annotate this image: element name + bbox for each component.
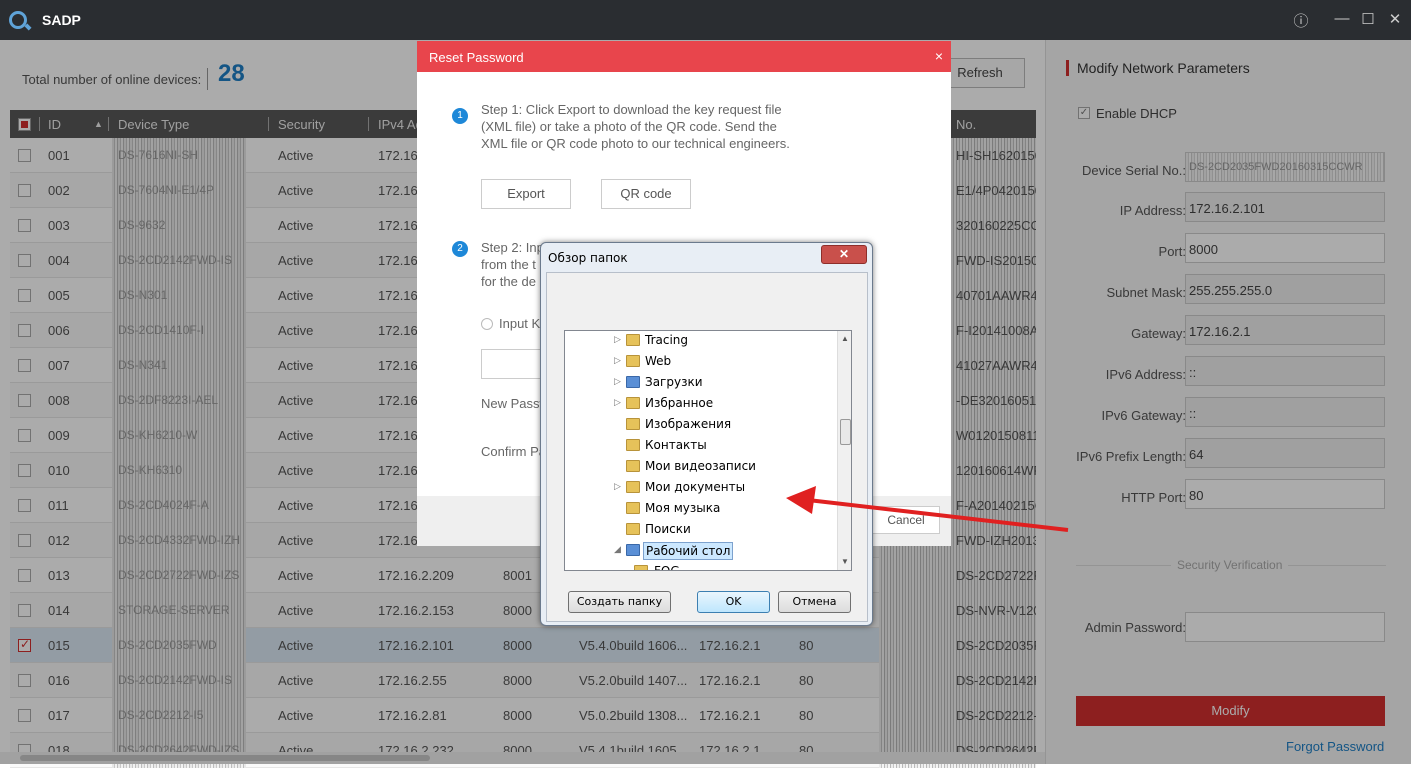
folder-tree-item[interactable]: ▷ Мои документы xyxy=(565,478,835,499)
input-key-label: Input K xyxy=(499,316,541,331)
close-icon[interactable]: ✕ xyxy=(1385,10,1405,28)
reset-cancel-button[interactable]: Cancel xyxy=(872,506,940,534)
folder-tree-item[interactable]: ▷ Избранное xyxy=(565,394,835,415)
qr-code-button[interactable]: QR code xyxy=(601,179,691,209)
step-1-badge: 1 xyxy=(452,108,468,124)
folder-name: Контакты xyxy=(645,438,707,452)
folder-icon xyxy=(626,460,640,472)
folder-icon xyxy=(626,523,640,535)
folder-name: Изображения xyxy=(645,417,732,431)
expand-arrow-icon[interactable]: ▷ xyxy=(614,398,621,408)
minimize-icon[interactable]: — xyxy=(1332,10,1352,27)
scroll-down-icon[interactable]: ▼ xyxy=(841,557,849,566)
folder-icon xyxy=(626,334,640,346)
folder-icon xyxy=(626,418,640,430)
title-bar: SADP ⓘ — ☐ ✕ xyxy=(0,0,1411,40)
maximize-icon[interactable]: ☐ xyxy=(1358,10,1378,28)
expand-arrow-icon[interactable]: ▷ xyxy=(614,482,621,492)
folder-tree-item[interactable]: ▷ Загрузки xyxy=(565,373,835,394)
folder-name: FOG xyxy=(654,564,680,571)
folder-icon xyxy=(626,397,640,409)
folder-tree-item[interactable]: ▷ Tracing xyxy=(565,331,835,352)
app-logo-icon xyxy=(9,11,27,29)
folder-name: Мои видеозаписи xyxy=(645,459,756,473)
folder-icon xyxy=(634,565,648,570)
browse-folder-dialog: Обзор папок ✕ ▷ Tracing ▷ Web ▷ Загрузки ▷ Избр… xyxy=(540,242,873,626)
browse-dialog-title: Обзор папок xyxy=(548,251,628,265)
folder-name: Моя музыка xyxy=(645,501,721,515)
step-2-line-1: Step 2: Inp xyxy=(481,240,544,255)
folder-name: Загрузки xyxy=(645,375,703,389)
step-1-text: Step 1: Click Export to download the key… xyxy=(481,102,790,151)
folder-tree-item[interactable]: ▷ Web xyxy=(565,352,835,373)
ok-button[interactable]: OK xyxy=(697,591,770,613)
folder-tree-item[interactable]: Поиски xyxy=(565,520,835,541)
folder-icon xyxy=(626,439,640,451)
reset-dialog-title: Reset Password xyxy=(417,41,951,72)
export-button[interactable]: Export xyxy=(481,179,571,209)
app-title: SADP xyxy=(42,12,81,28)
folder-icon xyxy=(626,355,640,367)
new-folder-button[interactable]: Создать папку xyxy=(568,591,671,613)
step-2-line-3: for the de xyxy=(481,274,536,289)
folder-tree[interactable]: ▷ Tracing ▷ Web ▷ Загрузки ▷ Избранное Изображен… xyxy=(564,330,852,571)
browse-dialog-body: ▷ Tracing ▷ Web ▷ Загрузки ▷ Избранное Изображен… xyxy=(546,272,868,622)
scroll-up-icon[interactable]: ▲ xyxy=(841,334,849,343)
step-2-badge: 2 xyxy=(452,241,468,257)
folder-tree-item[interactable]: Моя музыка xyxy=(565,499,835,520)
folder-tree-item[interactable]: Контакты xyxy=(565,436,835,457)
folder-name: Web xyxy=(645,354,672,368)
input-key-radio[interactable] xyxy=(481,318,493,330)
browse-close-icon[interactable]: ✕ xyxy=(821,245,867,264)
reset-dialog-close-icon[interactable]: × xyxy=(935,48,943,64)
new-password-label: New Passw xyxy=(481,396,549,411)
expand-arrow-icon[interactable]: ▷ xyxy=(614,377,621,387)
tree-scrollbar[interactable]: ▲ ▼ xyxy=(837,331,851,570)
folder-name: Tracing xyxy=(645,333,689,347)
folder-tree-item[interactable]: Мои видеозаписи xyxy=(565,457,835,478)
expanded-arrow-icon[interactable]: ◢ xyxy=(614,545,621,555)
folder-icon xyxy=(626,544,640,556)
expand-arrow-icon[interactable]: ▷ xyxy=(614,335,621,345)
folder-icon xyxy=(626,376,640,388)
folder-icon xyxy=(626,481,640,493)
folder-tree-item[interactable]: Изображения xyxy=(565,415,835,436)
step-2-line-2: from the t xyxy=(481,257,536,272)
folder-name: Рабочий стол xyxy=(643,542,734,560)
expand-arrow-icon[interactable]: ▷ xyxy=(614,356,621,366)
folder-tree-item[interactable]: ◢ Рабочий стол xyxy=(565,541,835,562)
folder-icon xyxy=(626,502,640,514)
key-input-field[interactable] xyxy=(481,349,541,379)
folder-name: Мои документы xyxy=(645,480,746,494)
folder-tree-item[interactable]: FOG xyxy=(565,562,835,571)
tree-scroll-thumb[interactable] xyxy=(840,419,851,445)
browse-cancel-button[interactable]: Отмена xyxy=(778,591,851,613)
folder-name: Поиски xyxy=(645,522,691,536)
confirm-password-label: Confirm Pa xyxy=(481,444,547,459)
folder-name: Избранное xyxy=(645,396,714,410)
info-icon[interactable]: ⓘ xyxy=(1291,10,1311,31)
